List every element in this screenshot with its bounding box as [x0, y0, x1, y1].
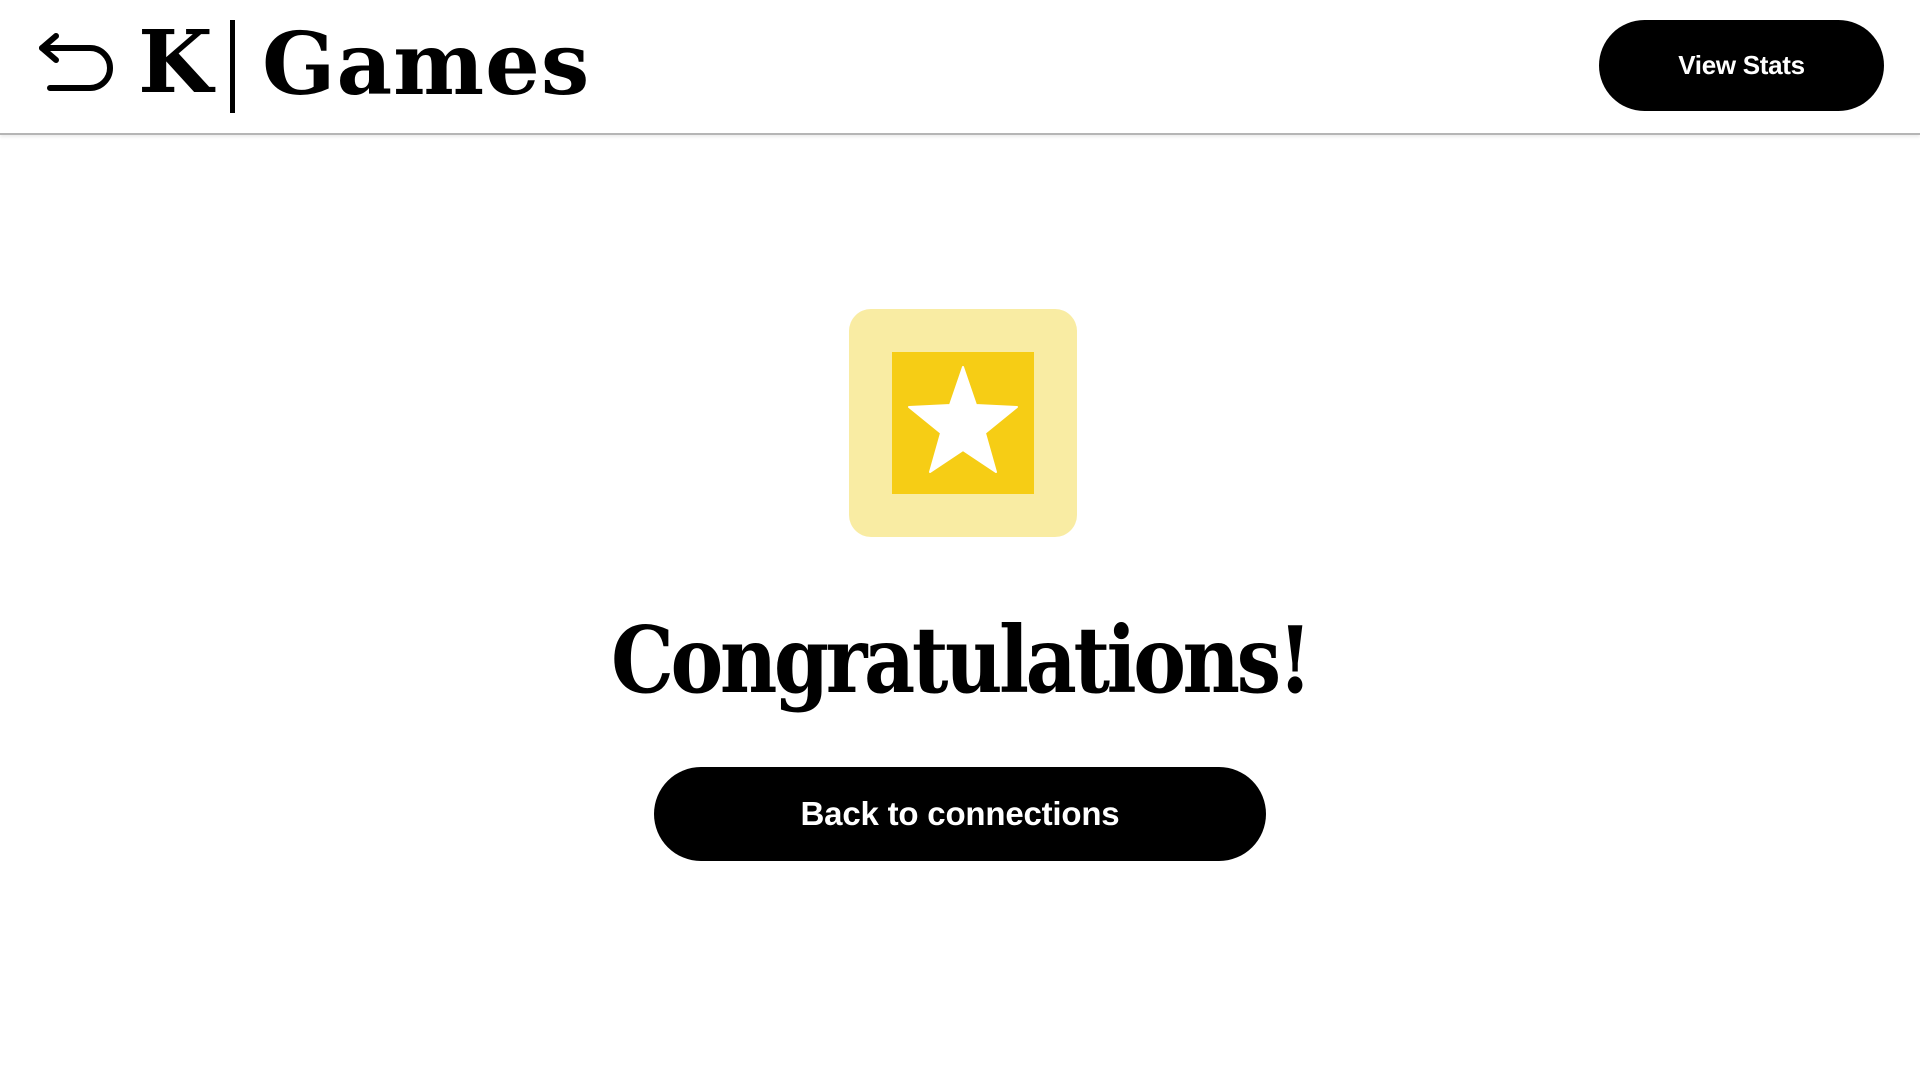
congratulations-heading: Congratulations! — [610, 606, 1313, 714]
brand-logo[interactable]: K — [138, 18, 213, 108]
back-to-connections-button[interactable]: Back to connections — [654, 767, 1266, 861]
brand-divider — [230, 20, 235, 113]
top-bar: K Games View Stats — [0, 0, 1920, 135]
badge-inner — [892, 352, 1034, 494]
achievement-badge — [849, 309, 1077, 537]
back-arrow-icon[interactable] — [38, 30, 116, 96]
view-stats-button[interactable]: View Stats — [1599, 20, 1884, 111]
star-icon — [908, 366, 1018, 473]
brand-title[interactable]: Games — [262, 15, 590, 115]
